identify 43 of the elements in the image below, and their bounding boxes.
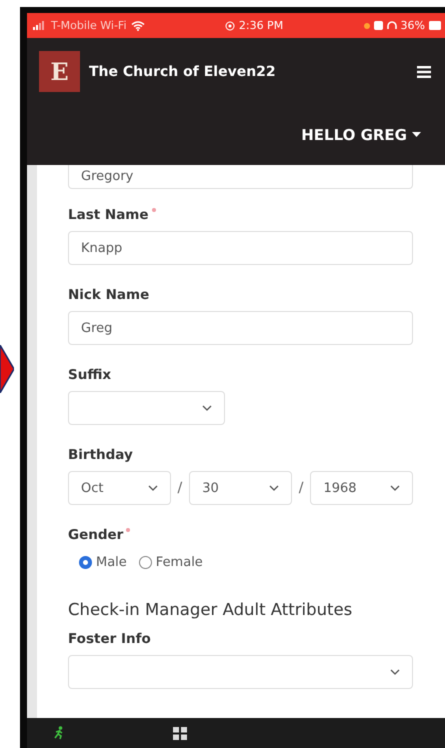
running-figure-icon[interactable] (53, 726, 65, 740)
select-field[interactable] (68, 391, 225, 425)
select-field[interactable]: Oct (68, 471, 171, 505)
field-label: Nick Name (68, 287, 150, 303)
menu-icon[interactable] (417, 66, 431, 78)
lock-rotation-icon (224, 20, 235, 30)
dot-icon (364, 22, 370, 28)
site-title[interactable]: The Church of Eleven22 (89, 64, 417, 80)
section-heading: Check-in Manager Adult Attributes (68, 600, 354, 619)
carrier-text: T-Mobile Wi-Fi (51, 19, 127, 32)
required-mark-icon (152, 208, 156, 212)
logo[interactable]: E (39, 51, 80, 92)
date-separator: / (298, 480, 304, 496)
arrow-pointer (0, 345, 14, 393)
signal-icon (33, 21, 47, 30)
user-menu[interactable]: HELLO GREG (301, 126, 421, 144)
select-field[interactable]: 1968 (310, 471, 413, 505)
field-label: Foster Info (68, 631, 151, 647)
battery-icon (428, 21, 441, 30)
wifi-icon (130, 20, 145, 30)
field-label: Birthday (68, 447, 133, 463)
chevron-down-icon (390, 485, 400, 491)
field-label: Gender (68, 527, 124, 543)
select-field[interactable]: 30 (189, 471, 292, 505)
field-label: Last Name (68, 207, 149, 223)
select-field[interactable] (68, 655, 413, 689)
date-separator: / (178, 480, 182, 496)
chevron-down-icon (390, 669, 400, 675)
text-field[interactable]: Gregory (68, 165, 413, 189)
caret-icon (412, 132, 421, 138)
radio-option[interactable]: Female (138, 555, 203, 570)
radio-option[interactable]: Male (79, 555, 127, 570)
chevron-down-icon (268, 485, 279, 491)
text-field[interactable]: Knapp (68, 231, 413, 265)
chevron-down-icon (202, 405, 212, 411)
required-mark-icon (126, 528, 130, 532)
field-label: Suffix (68, 367, 112, 383)
text-field[interactable]: Greg (68, 311, 413, 345)
grid-icon[interactable] (173, 726, 187, 740)
headphones-icon (386, 21, 397, 30)
chevron-down-icon (148, 485, 158, 491)
battery-text: 36% (400, 19, 425, 32)
time-text: 2:36 PM (238, 19, 284, 32)
